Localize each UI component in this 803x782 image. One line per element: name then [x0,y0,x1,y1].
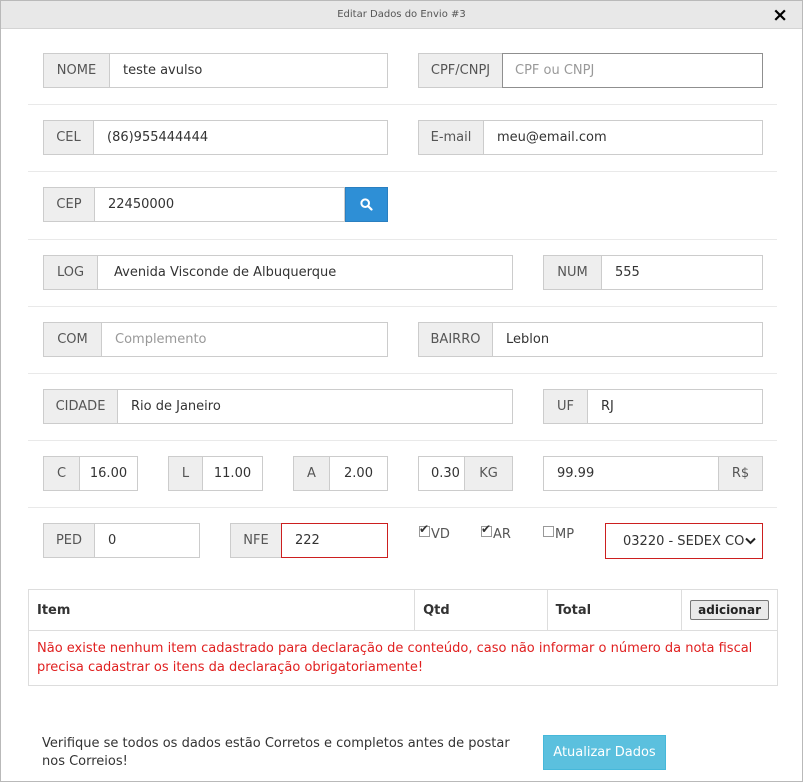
footer-notice: Verifique se todos os dados estão Corret… [42,736,510,769]
ped-input[interactable]: 0 [94,523,200,558]
cpf-input[interactable]: CPF ou CNPJ [502,53,763,88]
com-group: COM Complemento [43,322,388,357]
email-group: E-mail meu@email.com [418,120,763,155]
num-group: NUM 555 [543,255,763,290]
ar-checkbox[interactable]: AR [481,522,511,542]
nome-input[interactable]: teste avulso [109,53,388,88]
a-input[interactable]: 2.00 [329,456,388,491]
nome-label: NOME [43,53,109,88]
cpf-group: CPF/CNPJ CPF ou CNPJ [418,53,763,88]
peso-input[interactable]: 0.30 [418,456,465,491]
num-label: NUM [543,255,601,290]
divider [28,104,777,105]
c-group: C 16.00 [43,456,138,491]
modal-title: Editar Dados do Envio #3 [1,1,802,29]
divider [28,373,777,374]
chevron-down-icon [745,534,756,548]
edit-shipping-modal: Editar Dados do Envio #3 × NOME teste av… [0,0,803,782]
empty-items-message: Não existe nenhum item cadastrado para d… [28,630,778,686]
log-label: LOG [43,255,97,290]
l-group: L 11.00 [168,456,263,491]
close-icon[interactable]: × [772,6,788,25]
divider [28,440,777,441]
peso-unit: KG [465,456,513,491]
divider [28,507,777,508]
cep-search-button[interactable] [345,187,388,222]
uf-group: UF RJ [543,389,763,424]
ped-group: PED 0 [43,523,200,558]
mp-label: MP [555,527,575,542]
l-label: L [168,456,202,491]
nfe-label: NFE [230,523,281,558]
cel-label: CEL [43,120,93,155]
com-input[interactable]: Complemento [101,322,388,357]
update-data-button[interactable]: Atualizar Dados [543,735,666,770]
divider [28,171,777,172]
l-input[interactable]: 11.00 [202,456,263,491]
cel-input[interactable]: (86)955444444 [93,120,388,155]
col-actions: adicionar [681,589,778,631]
bairro-label: BAIRRO [418,322,492,357]
com-label: COM [43,322,101,357]
nome-group: NOME teste avulso [43,53,388,88]
cidade-input[interactable]: Rio de Janeiro [117,389,513,424]
mp-checkbox[interactable]: MP [543,526,574,542]
cep-label: CEP [43,187,94,222]
check-icon [419,522,430,537]
ar-label: AR [493,527,511,542]
num-input[interactable]: 555 [601,255,763,290]
nfe-input[interactable]: 222 [281,523,388,558]
servico-select[interactable]: 03220 - SEDEX CO [605,523,763,559]
uf-input[interactable]: RJ [587,389,763,424]
cidade-group: CIDADE Rio de Janeiro [43,389,513,424]
uf-label: UF [543,389,587,424]
cel-group: CEL (86)955444444 [43,120,388,155]
ped-label: PED [43,523,94,558]
bairro-group: BAIRRO Leblon [418,322,763,357]
cep-input[interactable]: 22450000 [94,187,345,222]
a-label: A [293,456,329,491]
valor-unit: R$ [719,456,763,491]
email-input[interactable]: meu@email.com [483,120,763,155]
servico-selected: 03220 - SEDEX CO [623,533,745,549]
c-label: C [43,456,79,491]
divider [28,239,777,240]
a-group: A 2.00 [293,456,388,491]
email-label: E-mail [418,120,483,155]
valor-group: 99.99 R$ [543,456,763,491]
table-header-row: Item Qtd Total adicionar [27,589,778,631]
nfe-group: NFE 222 [230,523,388,558]
add-item-button[interactable]: adicionar [690,600,769,620]
c-input[interactable]: 16.00 [79,456,138,491]
items-table: Item Qtd Total adicionar Não existe nenh… [27,589,778,686]
valor-input[interactable]: 99.99 [543,456,719,491]
vd-checkbox[interactable]: VD [419,522,450,542]
bairro-input[interactable]: Leblon [492,322,763,357]
col-total: Total [546,589,683,631]
divider [28,306,777,307]
cidade-label: CIDADE [43,389,117,424]
cpf-label: CPF/CNPJ [418,53,502,88]
col-item: Item [27,589,416,631]
log-input[interactable]: Avenida Visconde de Albuquerque [97,255,513,290]
peso-group: 0.30 KG [418,456,513,491]
search-icon [360,198,373,211]
col-qtd: Qtd [414,589,548,631]
log-group: LOG Avenida Visconde de Albuquerque [43,255,513,290]
vd-label: VD [431,527,450,542]
check-icon [481,522,492,537]
cep-group: CEP 22450000 [43,187,388,222]
table-row: Não existe nenhum item cadastrado para d… [28,630,778,686]
